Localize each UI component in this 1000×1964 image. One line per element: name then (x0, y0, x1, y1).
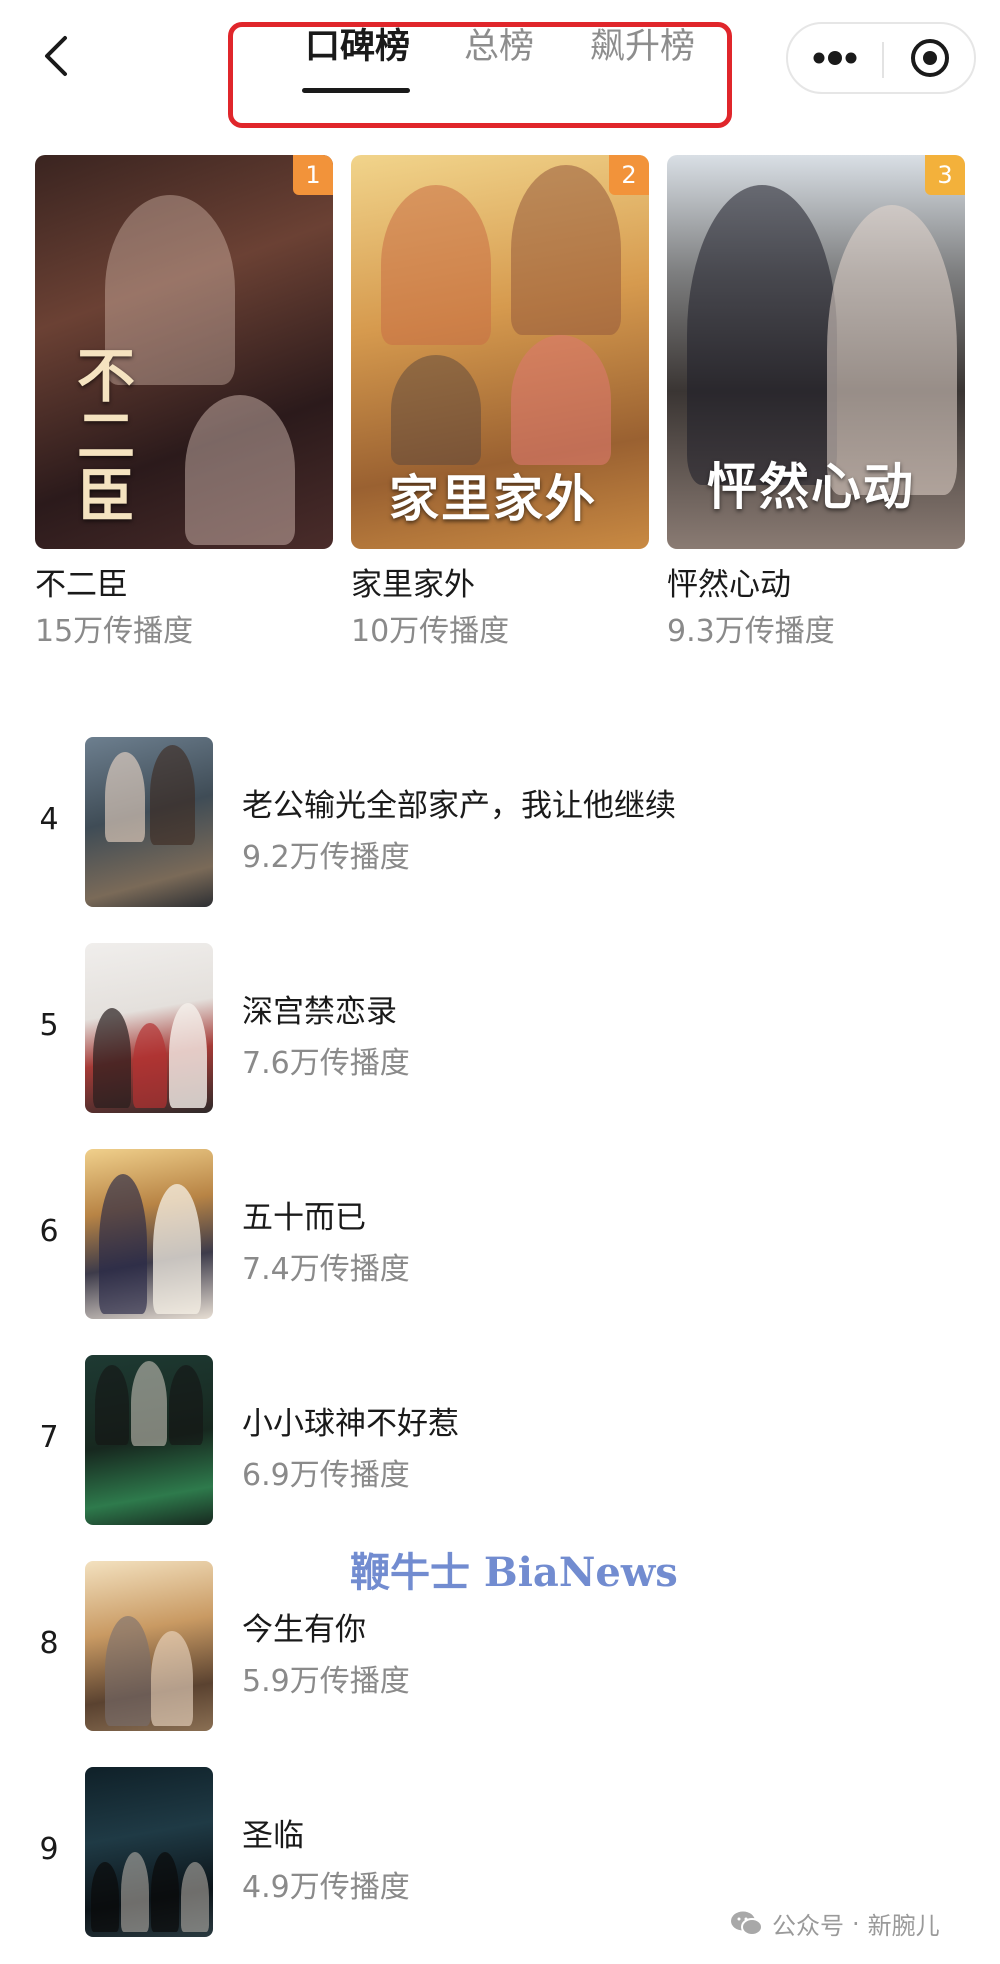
poster-figure (381, 185, 491, 345)
drama-heat: 9.2万传播度 (242, 840, 410, 875)
thumbnail (85, 737, 213, 907)
thumbnail-figure (95, 1365, 129, 1445)
drama-heat: 10万传播度 (351, 614, 510, 650)
drama-name: 老公输光全部家产，我让他继续 (242, 788, 676, 824)
list-item-rank-5[interactable]: 5 深宫禁恋录 7.6万传播度 (0, 943, 1000, 1113)
wechat-separator: · (852, 1909, 860, 1938)
rank-badge: 3 (925, 155, 965, 195)
thumbnail (85, 1355, 213, 1525)
top-card-rank-3[interactable]: 怦然心动 3 怦然心动 9.3万传播度 (667, 155, 965, 650)
top-card-rank-2[interactable]: 家里家外 2 家里家外 10万传播度 (351, 155, 649, 650)
top-card-rank-1[interactable]: 不二臣 1 不二臣 15万传播度 (35, 155, 333, 650)
back-button[interactable] (26, 26, 86, 86)
target-circle-icon (911, 39, 949, 77)
rank-number: 8 (39, 1626, 59, 1661)
thumbnail-figure (181, 1862, 209, 1932)
thumbnail-figure (91, 1862, 119, 1932)
poster-image: 怦然心动 3 (667, 155, 965, 549)
drama-heat: 5.9万传播度 (242, 1664, 410, 1699)
close-button[interactable] (884, 24, 976, 92)
bianews-watermark: 鞭牛士 BiaNews (350, 1549, 678, 1596)
list-item-rank-7[interactable]: 7 小小球神不好惹 6.9万传播度 (0, 1355, 1000, 1525)
more-dots-icon (813, 51, 857, 65)
poster-figure (687, 185, 837, 485)
list-item-rank-4[interactable]: 4 老公输光全部家产，我让他继续 9.2万传播度 (0, 737, 1000, 907)
active-tab-underline (302, 88, 410, 93)
drama-heat: 15万传播度 (35, 614, 194, 650)
drama-name: 怦然心动 (667, 567, 791, 603)
wechat-label: 公众号 (772, 1912, 844, 1940)
poster-title: 不二臣 (67, 345, 135, 525)
thumbnail-figure (105, 752, 145, 842)
wechat-icon (731, 1911, 763, 1936)
drama-name: 圣临 (242, 1818, 304, 1854)
drama-name: 五十而已 (242, 1200, 366, 1236)
poster-title: 家里家外 (389, 469, 597, 528)
thumbnail-figure (121, 1852, 149, 1932)
poster-image: 家里家外 2 (351, 155, 649, 549)
rank-number: 4 (39, 802, 59, 837)
poster-figure (391, 355, 481, 465)
tab-rising[interactable]: 飙升榜 (590, 30, 695, 65)
rank-number: 9 (39, 1832, 59, 1867)
wechat-account-name: 新腕儿 (867, 1912, 940, 1940)
drama-name: 不二臣 (35, 567, 128, 603)
thumbnail-figure (93, 1008, 131, 1108)
rank-number: 6 (39, 1214, 59, 1249)
tab-word-of-mouth[interactable]: 口碑榜 (305, 30, 410, 65)
thumbnail-figure (169, 1365, 203, 1445)
tab-overall[interactable]: 总榜 (464, 30, 534, 65)
thumbnail-figure (150, 745, 195, 845)
drama-name: 深宫禁恋录 (242, 994, 397, 1030)
poster-title: 怦然心动 (707, 457, 915, 516)
drama-name: 家里家外 (351, 567, 475, 603)
drama-heat: 7.4万传播度 (242, 1252, 410, 1287)
rank-number: 5 (39, 1008, 59, 1043)
thumbnail-figure (133, 1023, 167, 1108)
drama-heat: 9.3万传播度 (667, 614, 835, 650)
rank-badge: 2 (609, 155, 649, 195)
more-button[interactable] (788, 24, 882, 92)
wechat-watermark: 公众号 · 新腕儿 (730, 1906, 940, 1941)
rank-number: 7 (39, 1420, 59, 1455)
drama-name: 小小球神不好惹 (242, 1406, 459, 1442)
thumbnail-figure (105, 1616, 151, 1726)
thumbnail-figure (169, 1003, 207, 1108)
poster-figure (511, 335, 611, 465)
drama-heat: 6.9万传播度 (242, 1458, 410, 1493)
thumbnail-figure (151, 1852, 179, 1932)
list-item-rank-6[interactable]: 6 五十而已 7.4万传播度 (0, 1149, 1000, 1319)
rank-badge: 1 (293, 155, 333, 195)
thumbnail (85, 943, 213, 1113)
thumbnail-figure (151, 1631, 193, 1726)
thumbnail (85, 1561, 213, 1731)
drama-name: 今生有你 (242, 1612, 366, 1648)
poster-image: 不二臣 1 (35, 155, 333, 549)
poster-figure (511, 165, 621, 335)
thumbnail-figure (131, 1361, 167, 1446)
thumbnail (85, 1767, 213, 1937)
ranking-page: 口碑榜 总榜 飙升榜 不二臣 1 不二臣 15万传播度 家里家外 2 家里家外 … (0, 0, 1000, 1964)
drama-heat: 4.9万传播度 (242, 1870, 410, 1905)
thumbnail-figure (153, 1184, 201, 1314)
poster-figure (185, 395, 295, 545)
mini-program-capsule (786, 22, 976, 94)
drama-heat: 7.6万传播度 (242, 1046, 410, 1081)
thumbnail-figure (99, 1174, 147, 1314)
thumbnail (85, 1149, 213, 1319)
chevron-left-icon (45, 36, 67, 76)
